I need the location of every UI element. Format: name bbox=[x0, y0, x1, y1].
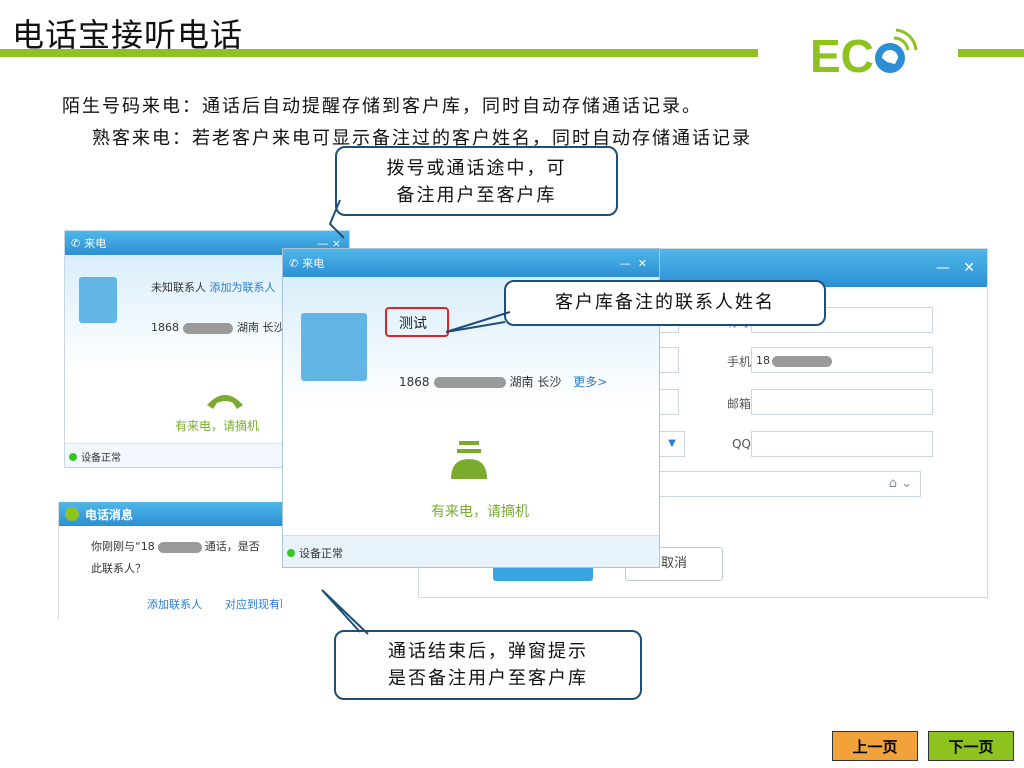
callout-bottom-line-1: 通话结束后，弹窗提示 bbox=[388, 641, 588, 662]
chevron-down-icon: ▼ bbox=[668, 438, 676, 449]
callout-middle: 客户库备注的联系人姓名 bbox=[504, 280, 826, 326]
contact-name: 测试 bbox=[385, 307, 449, 337]
phone-icon: ✆ bbox=[71, 236, 81, 250]
intro-line-1: 陌生号码来电：通话后自动提醒存储到客户库，同时自动存储通话记录。 bbox=[62, 96, 702, 117]
home-icon: ⌂ ⌄ bbox=[888, 476, 912, 491]
main-status-bar: 设备正常 bbox=[283, 535, 659, 567]
match-contact-link[interactable]: 对应到现有联系人 bbox=[225, 596, 282, 612]
message-title: 电话消息 bbox=[85, 507, 134, 522]
call-message-popup: 电话消息 你刚刚与“18 通话，是否 此联系人？ 添加联系人 对应到现有联系人 bbox=[58, 502, 282, 620]
main-window-controls[interactable]: — ✕ bbox=[620, 257, 647, 270]
label-mobile: 手机: bbox=[726, 355, 755, 369]
callout-top-line-1: 拨号或通话途中，可 bbox=[386, 158, 567, 179]
masked-number bbox=[433, 377, 506, 388]
phone-icon: ✆ bbox=[289, 256, 299, 270]
device-status: 设备正常 bbox=[81, 453, 121, 464]
main-window-title: 来电 bbox=[302, 257, 325, 270]
qq-field[interactable] bbox=[751, 431, 933, 457]
main-titlebar: ✆ 来电 — ✕ bbox=[283, 249, 659, 277]
add-contact-link[interactable]: 添加为联系人 bbox=[210, 281, 276, 294]
callout-top: 拨号或通话途中，可 备注用户至客户库 bbox=[335, 146, 618, 216]
phone-icon-large bbox=[451, 441, 487, 479]
form-window-controls[interactable]: — ✕ bbox=[936, 260, 975, 276]
main-device-status: 设备正常 bbox=[299, 546, 343, 560]
location: 湖南 长沙 bbox=[237, 321, 285, 334]
callout-bottom: 通话结束后，弹窗提示 是否备注用户至客户库 bbox=[334, 630, 642, 700]
call-status: 有来电，请摘机 bbox=[175, 419, 260, 433]
main-avatar bbox=[301, 313, 367, 381]
main-number: 1868 bbox=[399, 375, 430, 389]
callout-top-line-2: 备注用户至客户库 bbox=[396, 185, 557, 206]
message-text-1: 你刚刚与“18 bbox=[91, 540, 155, 553]
title-underline bbox=[0, 49, 758, 57]
masked-number bbox=[157, 541, 202, 553]
label-email: 邮箱: bbox=[726, 397, 755, 411]
next-page-button[interactable]: 下一页 bbox=[928, 731, 1014, 761]
window-title: 来电 bbox=[84, 237, 107, 250]
main-location: 湖南 长沙 bbox=[509, 375, 562, 389]
masked-number bbox=[183, 322, 233, 334]
mobile-value: 18 bbox=[756, 354, 770, 367]
add-contact-link[interactable]: 添加联系人 bbox=[147, 596, 202, 612]
prev-page-button[interactable]: 上一页 bbox=[832, 731, 918, 761]
title-underline-right bbox=[958, 49, 1024, 57]
masked-mobile bbox=[772, 355, 832, 367]
logo-text: EC bbox=[810, 30, 874, 78]
more-link[interactable]: 更多> bbox=[573, 375, 607, 389]
callout-bottom-line-2: 是否备注用户至客户库 bbox=[388, 668, 588, 689]
ec-logo: EC bbox=[810, 28, 918, 78]
status-dot bbox=[69, 452, 77, 461]
contact-label: 未知联系人 bbox=[151, 281, 206, 294]
label-qq: QQ: bbox=[732, 437, 755, 451]
email-field[interactable] bbox=[751, 389, 933, 415]
handset-icon bbox=[207, 395, 243, 409]
message-titlebar: 电话消息 bbox=[59, 502, 282, 526]
left-field-3[interactable] bbox=[659, 389, 679, 415]
mobile-field[interactable]: 18 bbox=[751, 347, 933, 373]
main-call-status: 有来电，请摘机 bbox=[431, 504, 529, 520]
main-status-dot bbox=[287, 548, 295, 557]
dropdown-field[interactable]: ▼ bbox=[659, 431, 685, 457]
message-text-3: 此联系人？ bbox=[91, 562, 146, 575]
left-field-2[interactable] bbox=[659, 347, 679, 373]
ec-icon bbox=[65, 507, 79, 521]
avatar bbox=[79, 277, 117, 323]
address-field[interactable]: ⌂ ⌄ bbox=[659, 471, 921, 497]
message-text-2: 通话，是否 bbox=[204, 540, 260, 553]
phone-number: 1868 bbox=[151, 321, 179, 334]
